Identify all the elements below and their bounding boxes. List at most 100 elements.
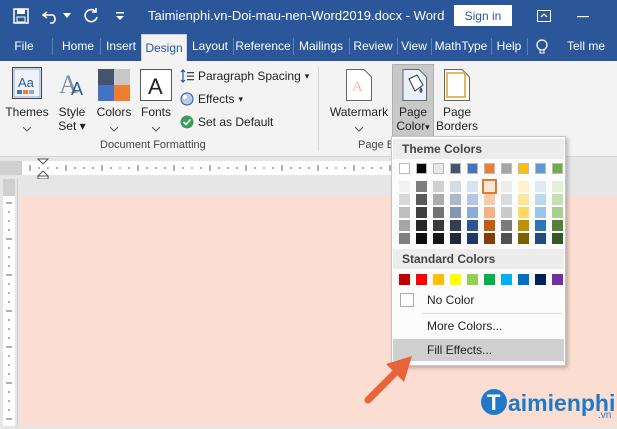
themes-button[interactable]: Aa Themes bbox=[4, 65, 50, 137]
theme-shade-swatch[interactable] bbox=[399, 220, 410, 231]
theme-shade-swatch[interactable] bbox=[416, 194, 427, 205]
theme-color-swatch[interactable] bbox=[501, 163, 512, 174]
tab-mailings[interactable]: Mailings bbox=[294, 32, 348, 61]
theme-shade-swatch[interactable] bbox=[501, 220, 512, 231]
theme-shade-swatch[interactable] bbox=[518, 233, 529, 244]
theme-color-swatch[interactable] bbox=[552, 163, 563, 174]
theme-shade-swatch[interactable] bbox=[552, 233, 563, 244]
effects-button[interactable]: Effects ▾ bbox=[180, 92, 243, 106]
colors-button[interactable]: Colors bbox=[94, 65, 134, 137]
tab-design[interactable]: Design bbox=[141, 34, 187, 61]
theme-shade-swatch[interactable] bbox=[433, 207, 444, 218]
theme-color-swatch[interactable] bbox=[518, 163, 529, 174]
fonts-button[interactable]: A Fonts bbox=[136, 65, 176, 137]
minimize-icon[interactable] bbox=[572, 5, 594, 27]
theme-shade-swatch[interactable] bbox=[501, 194, 512, 205]
theme-shade-swatch[interactable] bbox=[450, 194, 461, 205]
theme-shade-swatch[interactable] bbox=[484, 207, 495, 218]
watermark-button[interactable]: A Watermark bbox=[328, 65, 390, 137]
theme-shade-swatch[interactable] bbox=[501, 181, 512, 192]
tell-me-search[interactable]: Tell me bbox=[560, 32, 612, 61]
theme-shade-swatch[interactable] bbox=[467, 194, 478, 205]
theme-shade-swatch[interactable] bbox=[433, 220, 444, 231]
customize-toolbar-icon[interactable] bbox=[112, 5, 128, 27]
tab-layout[interactable]: Layout bbox=[188, 32, 232, 61]
tab-file[interactable]: File bbox=[8, 32, 40, 61]
theme-shade-swatch[interactable] bbox=[535, 194, 546, 205]
tab-help[interactable]: Help bbox=[492, 32, 526, 61]
theme-shade-swatch[interactable] bbox=[552, 194, 563, 205]
tab-review[interactable]: Review bbox=[350, 32, 396, 61]
theme-color-swatch[interactable] bbox=[484, 163, 495, 174]
theme-shade-swatch[interactable] bbox=[450, 181, 461, 192]
theme-shade-swatch[interactable] bbox=[482, 179, 497, 194]
theme-shade-swatch[interactable] bbox=[467, 220, 478, 231]
theme-shade-swatch[interactable] bbox=[535, 207, 546, 218]
theme-shade-swatch[interactable] bbox=[399, 194, 410, 205]
theme-shade-swatch[interactable] bbox=[552, 207, 563, 218]
more-colors-option[interactable]: More Colors... bbox=[393, 315, 564, 337]
theme-shade-swatch[interactable] bbox=[484, 194, 495, 205]
theme-shade-swatch[interactable] bbox=[518, 181, 529, 192]
theme-color-swatch[interactable] bbox=[433, 163, 444, 174]
vertical-ruler[interactable] bbox=[0, 179, 18, 426]
theme-shade-swatch[interactable] bbox=[399, 233, 410, 244]
theme-shade-swatch[interactable] bbox=[433, 194, 444, 205]
standard-color-swatch[interactable] bbox=[450, 274, 461, 285]
theme-shade-swatch[interactable] bbox=[535, 181, 546, 192]
set-as-default-button[interactable]: Set as Default bbox=[180, 115, 273, 129]
theme-color-swatch[interactable] bbox=[399, 163, 410, 174]
standard-color-swatch[interactable] bbox=[467, 274, 478, 285]
standard-color-swatch[interactable] bbox=[484, 274, 495, 285]
sign-in-button[interactable]: Sign in bbox=[454, 5, 512, 26]
theme-shade-swatch[interactable] bbox=[450, 207, 461, 218]
theme-shade-swatch[interactable] bbox=[416, 181, 427, 192]
theme-color-swatch[interactable] bbox=[535, 163, 546, 174]
page-borders-button[interactable]: Page Borders bbox=[436, 65, 478, 137]
theme-shade-swatch[interactable] bbox=[552, 220, 563, 231]
undo-icon[interactable] bbox=[40, 5, 62, 27]
standard-color-swatch[interactable] bbox=[518, 274, 529, 285]
tab-view[interactable]: View bbox=[398, 32, 430, 61]
theme-shade-swatch[interactable] bbox=[450, 220, 461, 231]
tab-insert[interactable]: Insert bbox=[101, 32, 141, 61]
theme-shade-swatch[interactable] bbox=[535, 233, 546, 244]
standard-color-swatch[interactable] bbox=[416, 274, 427, 285]
theme-shade-swatch[interactable] bbox=[518, 207, 529, 218]
theme-shade-swatch[interactable] bbox=[484, 220, 495, 231]
no-color-option[interactable]: No Color bbox=[393, 289, 564, 311]
theme-shade-swatch[interactable] bbox=[467, 207, 478, 218]
theme-shade-swatch[interactable] bbox=[416, 233, 427, 244]
ribbon-display-options-icon[interactable] bbox=[533, 5, 555, 27]
theme-shade-swatch[interactable] bbox=[484, 233, 495, 244]
theme-color-swatch[interactable] bbox=[416, 163, 427, 174]
standard-color-swatch[interactable] bbox=[501, 274, 512, 285]
theme-color-swatch[interactable] bbox=[450, 163, 461, 174]
theme-shade-swatch[interactable] bbox=[399, 207, 410, 218]
tab-home[interactable]: Home bbox=[56, 32, 100, 61]
theme-shade-swatch[interactable] bbox=[501, 207, 512, 218]
page-color-button[interactable]: Page Color▾ bbox=[392, 64, 434, 138]
paragraph-spacing-button[interactable]: Paragraph Spacing ▾ bbox=[180, 69, 309, 83]
theme-shade-swatch[interactable] bbox=[433, 233, 444, 244]
theme-shade-swatch[interactable] bbox=[399, 181, 410, 192]
standard-color-swatch[interactable] bbox=[433, 274, 444, 285]
style-set-button[interactable]: AA Style Set ▾ bbox=[52, 65, 92, 137]
theme-shade-swatch[interactable] bbox=[501, 233, 512, 244]
tab-mathtype[interactable]: MathType bbox=[432, 32, 490, 61]
theme-shade-swatch[interactable] bbox=[518, 194, 529, 205]
theme-shade-swatch[interactable] bbox=[467, 181, 478, 192]
standard-color-swatch[interactable] bbox=[535, 274, 546, 285]
theme-color-swatch[interactable] bbox=[467, 163, 478, 174]
standard-color-swatch[interactable] bbox=[552, 274, 563, 285]
theme-shade-swatch[interactable] bbox=[518, 220, 529, 231]
theme-shade-swatch[interactable] bbox=[416, 220, 427, 231]
theme-shade-swatch[interactable] bbox=[467, 233, 478, 244]
theme-shade-swatch[interactable] bbox=[433, 181, 444, 192]
tab-references[interactable]: Reference bbox=[234, 32, 292, 61]
theme-shade-swatch[interactable] bbox=[552, 181, 563, 192]
save-icon[interactable] bbox=[10, 5, 32, 27]
standard-color-swatch[interactable] bbox=[399, 274, 410, 285]
theme-shade-swatch[interactable] bbox=[535, 220, 546, 231]
theme-shade-swatch[interactable] bbox=[450, 233, 461, 244]
